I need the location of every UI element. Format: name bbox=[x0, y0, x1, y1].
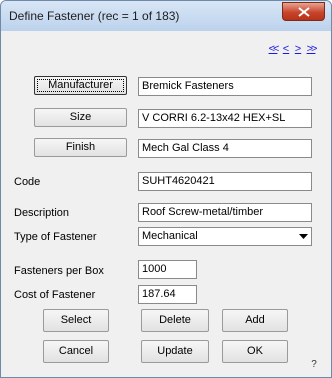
dialog-window: Define Fastener (rec = 1 of 183) << < > … bbox=[0, 0, 332, 378]
type-select-value: Mechanical bbox=[142, 230, 198, 242]
help-icon[interactable]: ? bbox=[306, 359, 322, 373]
size-field[interactable]: V CORRI 6.2-13x42 HEX+SL bbox=[138, 109, 312, 128]
next-record-button[interactable]: > bbox=[293, 43, 303, 56]
ok-button[interactable]: OK bbox=[222, 340, 288, 363]
per-box-field[interactable]: 1000 bbox=[138, 260, 197, 279]
title-bar[interactable]: Define Fastener (rec = 1 of 183) bbox=[1, 1, 331, 31]
finish-field[interactable]: Mech Gal Class 4 bbox=[138, 139, 312, 158]
update-button[interactable]: Update bbox=[141, 340, 209, 363]
finish-button[interactable]: Finish bbox=[34, 138, 127, 157]
close-icon bbox=[298, 7, 310, 17]
cancel-button[interactable]: Cancel bbox=[43, 340, 109, 363]
close-button[interactable] bbox=[282, 2, 325, 21]
per-box-label: Fasteners per Box bbox=[14, 265, 104, 277]
type-select[interactable]: Mechanical bbox=[138, 227, 312, 246]
manufacturer-button[interactable]: Manufacturer bbox=[34, 76, 127, 95]
code-field[interactable]: SUHT4620421 bbox=[138, 172, 312, 191]
cost-field[interactable]: 187.64 bbox=[138, 285, 197, 304]
dialog-body: << < > >> Manufacturer Bremick Fasteners… bbox=[8, 31, 324, 373]
type-label: Type of Fastener bbox=[14, 231, 97, 243]
manufacturer-field[interactable]: Bremick Fasteners bbox=[138, 77, 312, 96]
chevron-down-icon[interactable] bbox=[295, 228, 311, 245]
last-record-button[interactable]: >> bbox=[305, 43, 318, 56]
first-record-button[interactable]: << bbox=[267, 43, 280, 56]
description-field[interactable]: Roof Screw-metal/timber bbox=[138, 203, 312, 222]
cost-label: Cost of Fastener bbox=[14, 289, 96, 301]
size-button[interactable]: Size bbox=[34, 108, 127, 127]
description-label: Description bbox=[14, 207, 70, 219]
prev-record-button[interactable]: < bbox=[281, 43, 291, 56]
window-title: Define Fastener (rec = 1 of 183) bbox=[9, 9, 180, 23]
select-button[interactable]: Select bbox=[43, 309, 109, 332]
code-label: Code bbox=[14, 176, 41, 188]
record-navigator: << < > >> bbox=[267, 43, 318, 57]
add-button[interactable]: Add bbox=[222, 309, 288, 332]
delete-button[interactable]: Delete bbox=[141, 309, 209, 332]
